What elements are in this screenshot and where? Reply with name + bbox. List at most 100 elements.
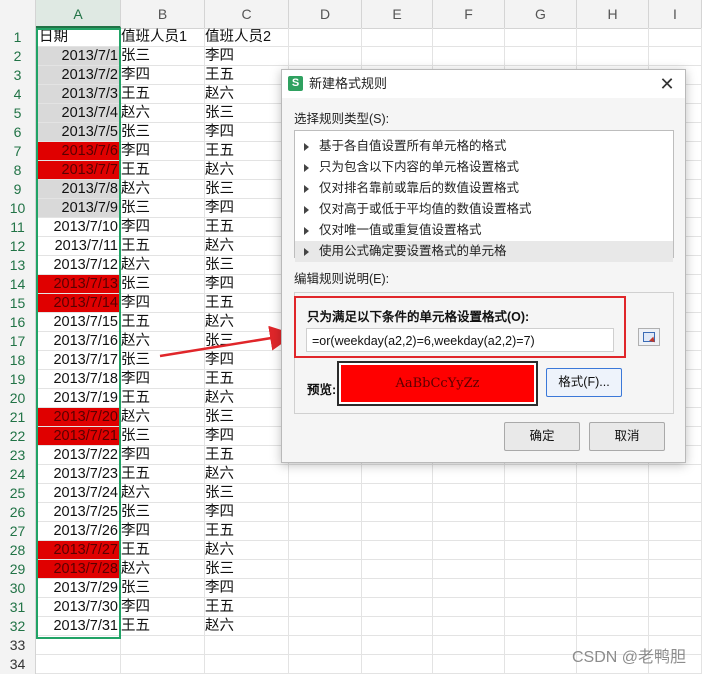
cell-g[interactable]: [505, 636, 577, 655]
cell-b[interactable]: 张三: [121, 275, 205, 294]
row-number[interactable]: 17: [0, 332, 36, 351]
cell-d[interactable]: [289, 636, 362, 655]
cell-c[interactable]: 王五: [205, 218, 289, 237]
cell-d[interactable]: [289, 522, 362, 541]
cell-a[interactable]: 2013/7/5: [36, 123, 121, 142]
cell-e[interactable]: [362, 617, 433, 636]
cell-c[interactable]: 李四: [205, 351, 289, 370]
cell-c[interactable]: 王五: [205, 142, 289, 161]
row-number[interactable]: 25: [0, 484, 36, 503]
cell-d[interactable]: [289, 47, 362, 66]
cell-c[interactable]: 王五: [205, 66, 289, 85]
cell-a[interactable]: 2013/7/29: [36, 579, 121, 598]
cell-b[interactable]: 张三: [121, 503, 205, 522]
format-button[interactable]: 格式(F)...: [546, 368, 622, 397]
cell-c[interactable]: 赵六: [205, 313, 289, 332]
cell-b[interactable]: 张三: [121, 427, 205, 446]
cell-h[interactable]: [577, 503, 649, 522]
cell-e[interactable]: [362, 579, 433, 598]
cell-b[interactable]: 张三: [121, 351, 205, 370]
cell-i[interactable]: [649, 522, 702, 541]
cell-c[interactable]: 王五: [205, 446, 289, 465]
cell-c[interactable]: 王五: [205, 370, 289, 389]
cell-b[interactable]: 赵六: [121, 256, 205, 275]
cell-d[interactable]: [289, 484, 362, 503]
cell-a[interactable]: 2013/7/23: [36, 465, 121, 484]
cell-e[interactable]: [362, 28, 433, 47]
cell-b[interactable]: 张三: [121, 579, 205, 598]
row-number[interactable]: 33: [0, 636, 36, 655]
row-number[interactable]: 13: [0, 256, 36, 275]
column-header-c[interactable]: C: [205, 0, 289, 28]
row-number[interactable]: 34: [0, 655, 36, 674]
cell-b[interactable]: 李四: [121, 66, 205, 85]
row-number[interactable]: 11: [0, 218, 36, 237]
cell-c[interactable]: 值班人员2: [205, 28, 289, 47]
cell-b[interactable]: 赵六: [121, 484, 205, 503]
cell-d[interactable]: [289, 503, 362, 522]
rule-type-item[interactable]: 仅对高于或低于平均值的数值设置格式: [295, 199, 673, 220]
rule-type-item[interactable]: 使用公式确定要设置格式的单元格: [295, 241, 673, 262]
cell-e[interactable]: [362, 465, 433, 484]
row-number[interactable]: 23: [0, 446, 36, 465]
cell-c[interactable]: 张三: [205, 332, 289, 351]
cell-i[interactable]: [649, 617, 702, 636]
cell-a[interactable]: 2013/7/26: [36, 522, 121, 541]
cell-b[interactable]: 王五: [121, 85, 205, 104]
cell-e[interactable]: [362, 655, 433, 674]
cell-d[interactable]: [289, 541, 362, 560]
cell-a[interactable]: 2013/7/18: [36, 370, 121, 389]
cell-c[interactable]: 张三: [205, 560, 289, 579]
cell-a[interactable]: 2013/7/15: [36, 313, 121, 332]
cell-b[interactable]: 王五: [121, 237, 205, 256]
cell-b[interactable]: 赵六: [121, 560, 205, 579]
cell-h[interactable]: [577, 541, 649, 560]
row-number[interactable]: 19: [0, 370, 36, 389]
cell-c[interactable]: 李四: [205, 47, 289, 66]
cell-i[interactable]: [649, 503, 702, 522]
cell-c[interactable]: 张三: [205, 104, 289, 123]
cell-b[interactable]: 王五: [121, 389, 205, 408]
cell-c[interactable]: 王五: [205, 598, 289, 617]
cell-a[interactable]: 2013/7/24: [36, 484, 121, 503]
cell-c[interactable]: 赵六: [205, 85, 289, 104]
row-number[interactable]: 8: [0, 161, 36, 180]
cell-c[interactable]: 张三: [205, 408, 289, 427]
column-header-b[interactable]: B: [121, 0, 205, 28]
cell-c[interactable]: 李四: [205, 123, 289, 142]
row-number[interactable]: 20: [0, 389, 36, 408]
cell-b[interactable]: 李四: [121, 142, 205, 161]
cell-i[interactable]: [649, 465, 702, 484]
cell-b[interactable]: 赵六: [121, 408, 205, 427]
range-select-button[interactable]: [638, 328, 660, 346]
cell-g[interactable]: [505, 465, 577, 484]
row-number[interactable]: 14: [0, 275, 36, 294]
row-number[interactable]: 10: [0, 199, 36, 218]
cell-h[interactable]: [577, 484, 649, 503]
cell-a[interactable]: 日期: [36, 28, 121, 47]
row-number[interactable]: 18: [0, 351, 36, 370]
cell-h[interactable]: [577, 522, 649, 541]
cell-b[interactable]: 李四: [121, 598, 205, 617]
cell-h[interactable]: [577, 579, 649, 598]
cell-g[interactable]: [505, 47, 577, 66]
cell-d[interactable]: [289, 617, 362, 636]
cell-g[interactable]: [505, 598, 577, 617]
cell-a[interactable]: 2013/7/25: [36, 503, 121, 522]
cell-f[interactable]: [433, 47, 505, 66]
cell-g[interactable]: [505, 541, 577, 560]
cell-b[interactable]: 张三: [121, 123, 205, 142]
column-header-g[interactable]: G: [505, 0, 577, 28]
cell-c[interactable]: 张三: [205, 180, 289, 199]
row-number[interactable]: 21: [0, 408, 36, 427]
cell-i[interactable]: [649, 598, 702, 617]
row-number[interactable]: 16: [0, 313, 36, 332]
select-all-corner[interactable]: [0, 0, 36, 28]
cell-c[interactable]: 赵六: [205, 465, 289, 484]
cell-f[interactable]: [433, 503, 505, 522]
cell-g[interactable]: [505, 560, 577, 579]
column-header-f[interactable]: F: [433, 0, 505, 28]
cell-c[interactable]: 赵六: [205, 237, 289, 256]
cell-a[interactable]: 2013/7/19: [36, 389, 121, 408]
cell-g[interactable]: [505, 503, 577, 522]
